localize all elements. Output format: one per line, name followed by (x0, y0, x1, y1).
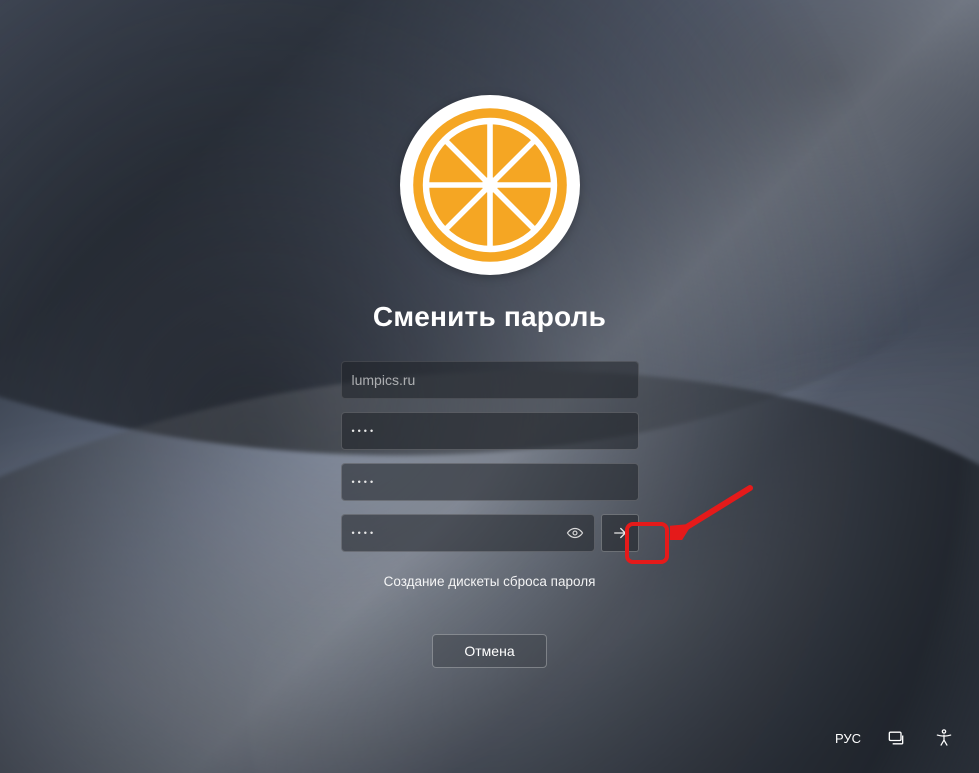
accessibility-button[interactable] (931, 725, 957, 751)
orange-slice-icon (410, 105, 570, 265)
network-icon (886, 728, 906, 748)
password-mask: •••• (352, 426, 377, 436)
confirm-password-field[interactable]: •••• (341, 514, 595, 552)
reveal-password-button[interactable] (566, 524, 584, 542)
arrow-right-icon (611, 524, 629, 542)
new-password-field[interactable]: •••• (341, 463, 639, 501)
username-value: lumpics.ru (352, 372, 416, 388)
submit-button[interactable] (601, 514, 639, 552)
cancel-label: Отмена (464, 643, 514, 659)
page-title: Сменить пароль (373, 301, 606, 333)
password-mask: •••• (352, 477, 377, 487)
login-panel: Сменить пароль lumpics.ru •••• •••• •••• (0, 95, 979, 668)
form: lumpics.ru •••• •••• •••• (341, 361, 639, 552)
cancel-button[interactable]: Отмена (432, 634, 547, 668)
username-field: lumpics.ru (341, 361, 639, 399)
password-mask: •••• (352, 528, 377, 538)
network-button[interactable] (883, 725, 909, 751)
avatar (400, 95, 580, 275)
system-tray: РУС (835, 725, 957, 751)
old-password-field[interactable]: •••• (341, 412, 639, 450)
eye-icon (566, 524, 584, 542)
confirm-row: •••• (341, 514, 639, 552)
input-language-button[interactable]: РУС (835, 725, 861, 751)
create-reset-disk-link[interactable]: Создание дискеты сброса пароля (384, 574, 596, 589)
accessibility-icon (934, 728, 954, 748)
